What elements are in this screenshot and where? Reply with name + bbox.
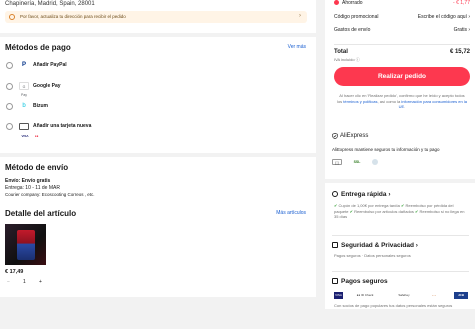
- shield-icon: [332, 242, 338, 248]
- savings-value: - € 1,77: [453, 0, 470, 6]
- secure-payments-details: Con socios de pago populares tus datos p…: [334, 303, 453, 308]
- aliexpress-brand: AliExpress: [340, 133, 369, 139]
- warning-icon: [9, 14, 15, 20]
- terms-notice: Al hacer clic en 'Realizar pedido', conf…: [337, 93, 467, 110]
- divider: [334, 44, 470, 45]
- radio-button[interactable]: [6, 83, 13, 90]
- payment-option-label: Añadir una tarjeta nueva: [33, 123, 92, 129]
- divider: [332, 271, 469, 272]
- place-order-button[interactable]: Realizar pedido: [334, 67, 470, 86]
- card-brands: VISA ●●: [21, 133, 43, 138]
- shield-check-icon: [332, 133, 338, 139]
- total-value: € 15,72: [449, 49, 470, 55]
- privacy-details: Pagos seguros · Datos personales seguros: [334, 253, 411, 258]
- more-items-link[interactable]: Más artículos: [276, 210, 306, 216]
- card-icon: [332, 278, 338, 284]
- privacy-title[interactable]: Seguridad & Privacidad ›: [332, 242, 418, 249]
- amex-safekey-icon: SafeKey: [398, 293, 410, 297]
- check-icon: ✔: [401, 203, 405, 208]
- delivery-date: Entrega: 10 - 11 de MAR: [5, 185, 60, 191]
- payment-option-label: Bizum: [33, 103, 48, 109]
- promo-code-label: Código promocional: [334, 14, 379, 20]
- quantity-value: 1: [23, 279, 26, 285]
- payment-partner-logos: VISA ●● ID Check SafeKey ~ ~ JCB: [334, 292, 470, 300]
- check-icon: ✔: [349, 208, 353, 214]
- quantity-stepper: − 1 +: [5, 278, 45, 287]
- savings-label: Ahorrado: [342, 0, 363, 6]
- verified-badge-icon: [372, 159, 378, 165]
- shipping-method-title: Método de envío: [5, 163, 69, 172]
- payment-option-label: Google Pay: [33, 83, 61, 89]
- product-image[interactable]: [5, 224, 46, 265]
- privacy-title-text: Seguridad & Privacidad ›: [341, 242, 418, 249]
- terms-text: .: [404, 104, 406, 110]
- shipping-cost-value[interactable]: Gratis ›: [454, 27, 470, 33]
- guarantees-card: Entrega rápida › ✔ Cupón de 1,00€ por en…: [325, 183, 475, 309]
- jcb-icon: JCB: [454, 292, 468, 299]
- fast-delivery-title[interactable]: Entrega rápida ›: [332, 191, 390, 198]
- shipping-method: Envío: Envío gratis: [5, 178, 51, 184]
- check-icon: ✔: [334, 203, 338, 208]
- radio-button[interactable]: [6, 103, 13, 110]
- tax-note: IVA incluido ⓘ: [334, 57, 360, 62]
- item-detail-title: Detalle del artículo: [5, 209, 77, 218]
- order-summary-card: Ahorrado - € 1,77 Código promocional Esc…: [325, 0, 475, 143]
- radio-button[interactable]: [6, 62, 13, 69]
- address-card: Chapinería, Madrid, Spain, 28001 Por fav…: [0, 0, 316, 33]
- check-icon: ✔: [415, 208, 419, 214]
- google-pay-icon: G Pay: [19, 82, 29, 97]
- mastercard-icon: ●●: [34, 134, 39, 138]
- aliexpress-trust-card: AliExpress AliExpress mantiene seguros t…: [325, 129, 475, 179]
- mastercard-id-check-icon: ●● ID Check: [356, 293, 374, 297]
- decrease-quantity-button[interactable]: −: [7, 279, 10, 285]
- visa-icon: VISA: [21, 134, 29, 138]
- secure-payments-title: Pagos seguros: [332, 278, 388, 285]
- trust-tagline: AliExpress mantiene seguros tu informaci…: [332, 147, 440, 152]
- fast-delivery-title-text: Entrega rápida ›: [341, 191, 391, 198]
- increase-quantity-button[interactable]: +: [39, 279, 42, 285]
- payment-methods-title: Métodos de pago: [5, 43, 71, 52]
- address-warning-banner[interactable]: Por favor, actualiza tu dirección para r…: [5, 11, 307, 23]
- payment-methods-card: Métodos de pago Ver más P Añadir PayPal …: [0, 37, 316, 153]
- security-badge-icon: [ ]: [332, 159, 342, 165]
- credit-card-icon: [19, 123, 29, 130]
- radio-button[interactable]: [6, 123, 13, 130]
- terms-link[interactable]: términos y políticas: [343, 99, 377, 104]
- promo-code-input[interactable]: Escribe el código aquí ›: [418, 14, 470, 20]
- chevron-right-icon: ›: [299, 13, 301, 19]
- courier-companies: Courier company: Ecoscooting Correos , e…: [5, 192, 95, 197]
- shipping-address: Chapinería, Madrid, Spain, 28001: [5, 1, 95, 7]
- bizum-icon: b: [19, 102, 29, 110]
- product-figure: [17, 230, 35, 260]
- address-warning-text: Por favor, actualiza tu dirección para r…: [20, 14, 126, 19]
- see-more-payments-link[interactable]: Ver más: [288, 44, 306, 50]
- payment-option-label: Añadir PayPal: [33, 62, 67, 68]
- terms-text: , así como la: [377, 98, 402, 104]
- paypal-icon: P: [19, 61, 29, 69]
- discover-icon: ~ ~: [431, 293, 437, 297]
- guarantee-item: Cupón de 1,00€ por entrega tardía: [338, 203, 400, 208]
- total-label: Total: [334, 49, 348, 55]
- secure-payments-title-text: Pagos seguros: [341, 278, 388, 285]
- fast-delivery-details: ✔ Cupón de 1,00€ por entrega tardía ✔ Re…: [334, 203, 469, 220]
- divider: [332, 235, 469, 236]
- shipping-card: Método de envío Envío: Envío gratis Entr…: [0, 157, 316, 297]
- consumer-info-link[interactable]: información para consumidores en la UE: [399, 99, 467, 110]
- visa-icon: VISA: [334, 292, 343, 299]
- savings-icon: [334, 0, 339, 5]
- shipping-cost-label: Gastos de envío: [334, 27, 371, 33]
- guarantee-item: Reembolso por artículos dañados: [354, 208, 414, 214]
- ssl-badge-icon: SSL: [353, 160, 361, 164]
- clock-icon: [332, 191, 338, 197]
- product-price: € 17,49: [5, 269, 24, 275]
